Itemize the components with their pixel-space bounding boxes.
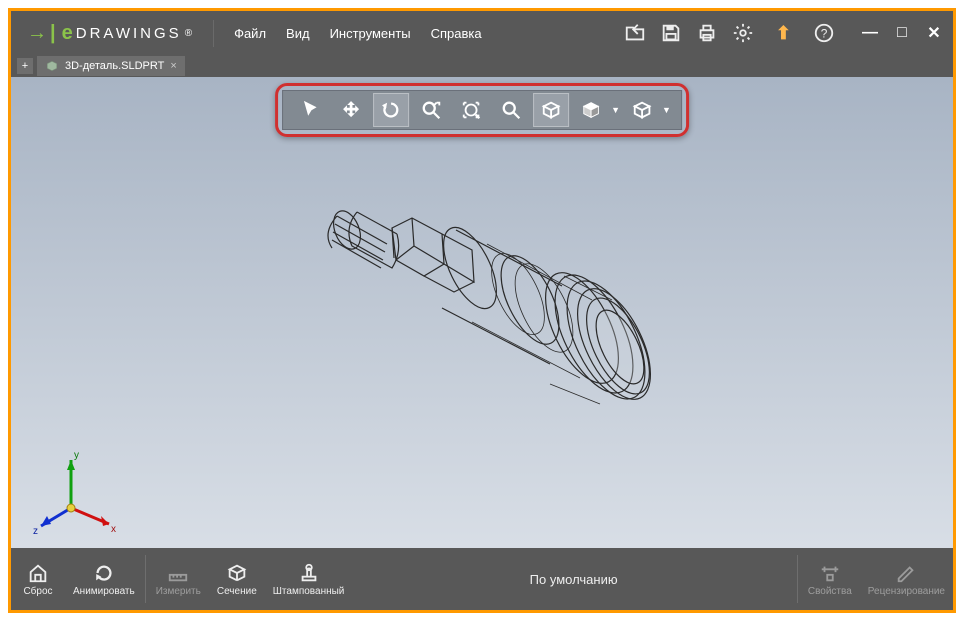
select-tool[interactable] (293, 93, 329, 127)
toolbar-highlight: ▼ ▼ (275, 83, 689, 137)
display-style-dropdown[interactable]: ▼ (573, 93, 620, 127)
view-toolbar: ▼ ▼ (282, 90, 682, 130)
section-button[interactable]: Сечение (209, 558, 265, 601)
close-button[interactable]: ✕ (921, 20, 947, 46)
titlebar: →| e DRAWINGS ® Файл Вид Инструменты Спр… (11, 11, 953, 55)
pan-tool[interactable] (333, 93, 369, 127)
rotate-tool[interactable] (373, 93, 409, 127)
chevron-down-icon: ▼ (611, 105, 620, 115)
document-tab[interactable]: 3D-деталь.SLDPRT × (37, 56, 185, 76)
review-label: Рецензирование (868, 586, 945, 597)
logo-arrow-icon: →| (27, 22, 59, 45)
save-icon[interactable] (660, 22, 682, 44)
axis-z-label: z (33, 526, 38, 536)
menu-tools[interactable]: Инструменты (320, 20, 421, 47)
review-button: Рецензирование (860, 558, 953, 601)
section-label: Сечение (217, 586, 257, 597)
app-window: →| e DRAWINGS ® Файл Вид Инструменты Спр… (8, 8, 956, 613)
app-logo: →| e DRAWINGS ® (17, 22, 205, 45)
separator (797, 555, 798, 603)
svg-text:?: ? (821, 27, 828, 41)
tab-close-icon[interactable]: × (170, 60, 176, 72)
zoom-fit-tool[interactable] (413, 93, 449, 127)
open-icon[interactable] (624, 22, 646, 44)
measure-button: Измерить (148, 558, 209, 601)
model-view (262, 168, 702, 438)
animate-button[interactable]: Анимировать (65, 558, 143, 601)
orientation-dropdown[interactable]: ▼ (624, 93, 671, 127)
status-text: По умолчанию (352, 572, 794, 587)
animate-label: Анимировать (73, 586, 135, 597)
viewport[interactable]: ▼ ▼ (11, 77, 953, 548)
tab-label: 3D-деталь.SLDPRT (65, 60, 164, 72)
menu-view[interactable]: Вид (276, 20, 320, 47)
new-tab-button[interactable]: + (17, 58, 33, 74)
minimize-button[interactable]: — (857, 20, 883, 46)
properties-button: Свойства (800, 558, 860, 601)
part-icon (45, 59, 59, 73)
chevron-down-icon: ▼ (662, 105, 671, 115)
axis-x-label: x (111, 524, 116, 535)
trademark: ® (185, 28, 195, 39)
reset-button[interactable]: Сброс (11, 558, 65, 601)
maximize-button[interactable]: □ (889, 20, 915, 46)
main-menu: Файл Вид Инструменты Справка (213, 20, 492, 47)
stamp-button[interactable]: Штампованный (265, 558, 353, 601)
tabbar: + 3D-деталь.SLDPRT × (11, 55, 953, 77)
title-tools: ⬆ ? (614, 22, 845, 44)
shaded-tool[interactable] (533, 93, 569, 127)
settings-icon[interactable] (732, 22, 754, 44)
properties-label: Свойства (808, 586, 852, 597)
stamp-label: Штампованный (273, 586, 345, 597)
zoom-tool[interactable] (493, 93, 529, 127)
axis-triad[interactable]: x y z (31, 446, 121, 536)
menu-file[interactable]: Файл (224, 20, 276, 47)
upload-arrow-icon[interactable]: ⬆ (768, 23, 799, 44)
reset-label: Сброс (23, 586, 52, 597)
help-icon[interactable]: ? (813, 22, 835, 44)
window-controls: — □ ✕ (857, 20, 947, 46)
logo-e: e (62, 22, 73, 45)
separator (145, 555, 146, 603)
menu-help[interactable]: Справка (421, 20, 492, 47)
bottombar: Сброс Анимировать Измерить Сечение Штамп… (11, 548, 953, 610)
zoom-area-tool[interactable] (453, 93, 489, 127)
print-icon[interactable] (696, 22, 718, 44)
axis-y-label: y (74, 450, 79, 461)
measure-label: Измерить (156, 586, 201, 597)
logo-text: DRAWINGS (76, 25, 182, 42)
